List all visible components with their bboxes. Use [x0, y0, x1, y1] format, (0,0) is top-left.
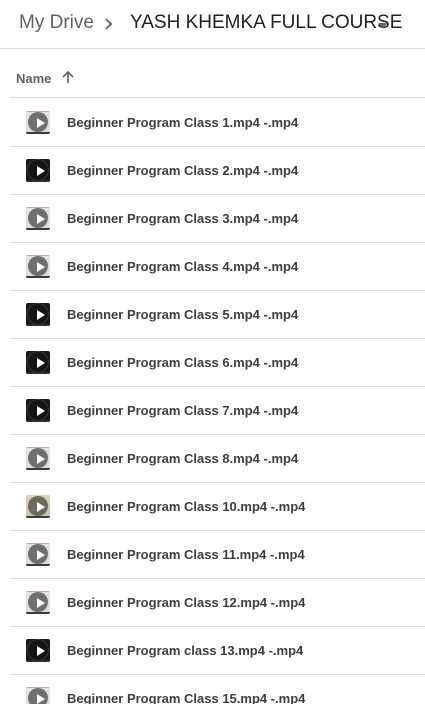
caret-down-icon[interactable]	[378, 23, 388, 28]
video-play-icon	[28, 448, 48, 468]
file-row[interactable]: Beginner Program Class 7.mp4 -.mp4	[10, 387, 425, 435]
file-row[interactable]: Beginner Program Class 1.mp4 -.mp4	[10, 99, 425, 147]
file-name[interactable]: Beginner Program Class 4.mp4 -.mp4	[67, 259, 298, 274]
thumbnail-baseline	[26, 180, 50, 182]
thumbnail-baseline	[26, 612, 50, 614]
file-list-header: Name	[10, 58, 425, 98]
thumbnail-baseline	[26, 564, 50, 566]
video-play-icon	[28, 640, 48, 660]
thumbnail-baseline	[26, 372, 50, 374]
breadcrumb-current-folder[interactable]: YASH KHEMKA FULL COURSE	[130, 12, 402, 34]
video-play-icon	[28, 496, 48, 516]
video-thumbnail	[26, 207, 50, 230]
file-name[interactable]: Beginner Program Class 7.mp4 -.mp4	[67, 403, 298, 418]
file-name[interactable]: Beginner Program Class 10.mp4 -.mp4	[67, 499, 305, 514]
breadcrumb: My Drive YASH KHEMKA FULL COURSE	[0, 0, 425, 49]
video-thumbnail	[26, 639, 50, 662]
video-thumbnail	[26, 111, 50, 134]
play-triangle-icon	[37, 310, 45, 320]
play-triangle-icon	[37, 598, 45, 608]
video-thumbnail	[26, 399, 50, 422]
video-play-icon	[28, 400, 48, 420]
thumbnail-baseline	[26, 276, 50, 278]
video-play-icon	[28, 688, 48, 704]
play-triangle-icon	[37, 694, 45, 704]
thumbnail-baseline	[26, 420, 50, 422]
play-triangle-icon	[37, 454, 45, 464]
video-thumbnail	[26, 687, 50, 704]
breadcrumb-my-drive[interactable]: My Drive	[19, 12, 94, 34]
video-play-icon	[28, 112, 48, 132]
video-thumbnail	[26, 351, 50, 374]
video-thumbnail	[26, 303, 50, 326]
thumbnail-baseline	[26, 324, 50, 326]
arrow-up-icon[interactable]	[61, 70, 75, 84]
file-name[interactable]: Beginner Program Class 2.mp4 -.mp4	[67, 163, 298, 178]
file-name[interactable]: Beginner Program Class 1.mp4 -.mp4	[67, 115, 298, 130]
chevron-right-icon	[105, 18, 113, 30]
file-name[interactable]: Beginner Program Class 5.mp4 -.mp4	[67, 307, 298, 322]
file-row[interactable]: Beginner Program Class 4.mp4 -.mp4	[10, 243, 425, 291]
video-play-icon	[28, 256, 48, 276]
thumbnail-baseline	[26, 468, 50, 470]
video-thumbnail	[26, 543, 50, 566]
file-list: Beginner Program Class 1.mp4 -.mp4 Beginn…	[10, 99, 425, 704]
file-name[interactable]: Beginner Program class 13.mp4 -.mp4	[67, 643, 303, 658]
thumbnail-baseline	[26, 516, 50, 518]
play-triangle-icon	[37, 166, 45, 176]
play-triangle-icon	[37, 358, 45, 368]
video-play-icon	[28, 352, 48, 372]
video-thumbnail	[26, 447, 50, 470]
video-thumbnail	[26, 591, 50, 614]
file-row[interactable]: Beginner Program Class 8.mp4 -.mp4	[10, 435, 425, 483]
play-triangle-icon	[37, 550, 45, 560]
file-name[interactable]: Beginner Program Class 3.mp4 -.mp4	[67, 211, 298, 226]
play-triangle-icon	[37, 406, 45, 416]
file-row[interactable]: Beginner Program Class 2.mp4 -.mp4	[10, 147, 425, 195]
file-name[interactable]: Beginner Program Class 15.mp4 -.mp4	[67, 691, 305, 704]
file-row[interactable]: Beginner Program Class 6.mp4 -.mp4	[10, 339, 425, 387]
video-play-icon	[28, 304, 48, 324]
drive-folder-view: My Drive YASH KHEMKA FULL COURSE Name Be…	[0, 0, 425, 704]
video-thumbnail	[26, 495, 50, 518]
file-row[interactable]: Beginner Program Class 12.mp4 -.mp4	[10, 579, 425, 627]
play-triangle-icon	[37, 502, 45, 512]
file-row[interactable]: Beginner Program Class 3.mp4 -.mp4	[10, 195, 425, 243]
file-row[interactable]: Beginner Program Class 15.mp4 -.mp4	[10, 675, 425, 704]
video-play-icon	[28, 544, 48, 564]
file-row[interactable]: Beginner Program Class 11.mp4 -.mp4	[10, 531, 425, 579]
file-row[interactable]: Beginner Program class 13.mp4 -.mp4	[10, 627, 425, 675]
file-name[interactable]: Beginner Program Class 11.mp4 -.mp4	[67, 547, 305, 562]
play-triangle-icon	[37, 118, 45, 128]
video-play-icon	[28, 160, 48, 180]
video-thumbnail	[26, 255, 50, 278]
thumbnail-baseline	[26, 132, 50, 134]
column-header-name[interactable]: Name	[16, 71, 51, 86]
play-triangle-icon	[37, 646, 45, 656]
video-play-icon	[28, 592, 48, 612]
file-row[interactable]: Beginner Program Class 5.mp4 -.mp4	[10, 291, 425, 339]
thumbnail-baseline	[26, 660, 50, 662]
video-play-icon	[28, 208, 48, 228]
play-triangle-icon	[37, 262, 45, 272]
file-name[interactable]: Beginner Program Class 12.mp4 -.mp4	[67, 595, 305, 610]
file-name[interactable]: Beginner Program Class 8.mp4 -.mp4	[67, 451, 298, 466]
play-triangle-icon	[37, 214, 45, 224]
video-thumbnail	[26, 159, 50, 182]
file-row[interactable]: Beginner Program Class 10.mp4 -.mp4	[10, 483, 425, 531]
thumbnail-baseline	[26, 228, 50, 230]
file-name[interactable]: Beginner Program Class 6.mp4 -.mp4	[67, 355, 298, 370]
